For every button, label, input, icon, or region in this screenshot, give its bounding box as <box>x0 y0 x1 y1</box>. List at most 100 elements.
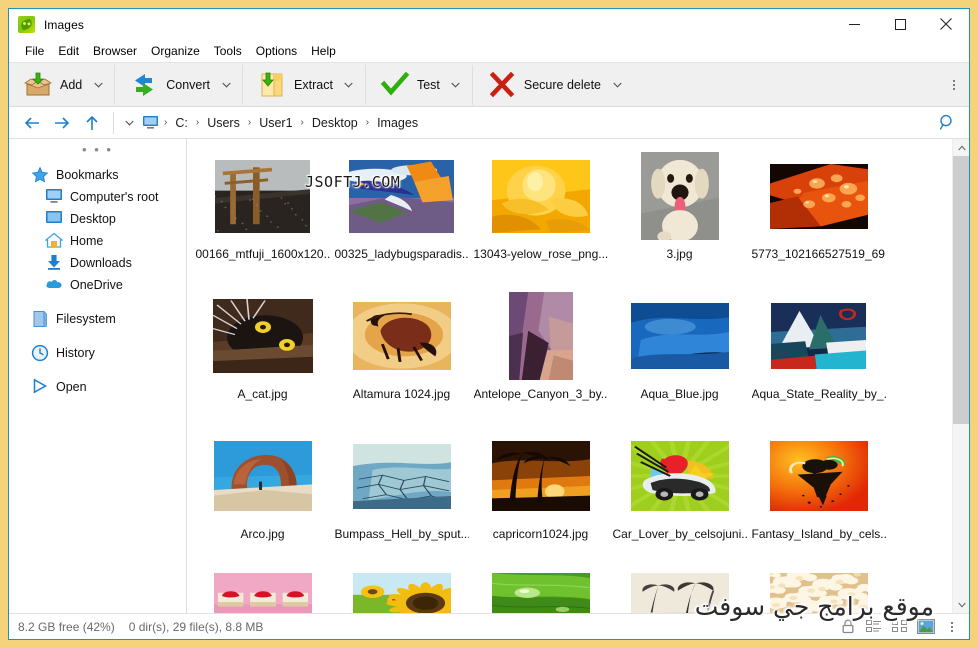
menu-edit[interactable]: Edit <box>51 42 86 61</box>
file-item-partial[interactable] <box>610 567 749 613</box>
minimize-button[interactable] <box>831 9 877 39</box>
add-button[interactable]: Add <box>15 67 88 103</box>
menu-options[interactable]: Options <box>249 42 304 61</box>
extract-folder-icon <box>257 70 287 100</box>
add-box-icon <box>23 70 53 100</box>
file-item[interactable]: Fantasy_Island_by_cels... <box>749 427 888 567</box>
secure-delete-dropdown-caret[interactable] <box>607 67 627 103</box>
test-dropdown-caret[interactable] <box>446 67 466 103</box>
sidebar-label: Open <box>56 380 87 394</box>
breadcrumb-desktop[interactable]: Desktop <box>307 113 363 133</box>
convert-dropdown-caret[interactable] <box>216 67 236 103</box>
history-chevron-down-icon[interactable] <box>118 108 140 138</box>
secure-delete-button[interactable]: Secure delete <box>479 67 607 103</box>
file-thumbnail <box>610 573 749 613</box>
file-pane[interactable]: 00166_mtfuji_1600x120... 00325_ladybugsp… <box>187 139 952 613</box>
file-item[interactable]: A_cat.jpg <box>193 287 332 427</box>
red-x-icon <box>487 70 517 100</box>
file-item[interactable]: 5773_102166527519_69... <box>749 147 888 287</box>
cloud-icon <box>45 276 63 294</box>
file-item[interactable]: Car_Lover_by_celsojuni... <box>610 427 749 567</box>
file-item-partial[interactable] <box>332 567 471 613</box>
file-item[interactable]: 00325_ladybugsparadis... <box>332 147 471 287</box>
back-arrow-icon[interactable] <box>17 108 47 138</box>
menu-bar: File Edit Browser Organize Tools Options… <box>9 40 969 62</box>
sidebar-item-home[interactable]: Home <box>9 230 186 252</box>
vertical-scrollbar[interactable] <box>952 139 969 613</box>
up-arrow-icon[interactable] <box>77 108 107 138</box>
details-view-icon[interactable] <box>861 615 887 639</box>
breadcrumb-c[interactable]: C: <box>170 113 193 133</box>
desktop-icon <box>45 210 63 228</box>
maximize-button[interactable] <box>877 9 923 39</box>
file-item-partial[interactable] <box>471 567 610 613</box>
close-button[interactable] <box>923 9 969 39</box>
sidebar-item-history[interactable]: History <box>9 342 186 364</box>
sidebar-item-computers-root[interactable]: Computer's root <box>9 186 186 208</box>
extract-dropdown-caret[interactable] <box>339 67 359 103</box>
add-dropdown-caret[interactable] <box>88 67 108 103</box>
sidebar-item-onedrive[interactable]: OneDrive <box>9 274 186 296</box>
computer-icon[interactable] <box>140 108 161 138</box>
toolbar-more-options-icon[interactable] <box>944 70 964 100</box>
file-item[interactable]: 3.jpg <box>610 147 749 287</box>
menu-browser[interactable]: Browser <box>86 42 144 61</box>
breadcrumb-users[interactable]: Users <box>202 113 245 133</box>
file-thumbnail <box>610 153 749 239</box>
file-item-partial[interactable] <box>749 567 888 613</box>
menu-tools[interactable]: Tools <box>207 42 249 61</box>
sidebar-item-desktop[interactable]: Desktop <box>9 208 186 230</box>
breadcrumb-images[interactable]: Images <box>372 113 423 133</box>
file-name-label: A_cat.jpg <box>237 387 287 402</box>
file-item[interactable]: 00166_mtfuji_1600x120... <box>193 147 332 287</box>
file-thumbnail <box>332 433 471 519</box>
sidebar-gap <box>9 364 186 376</box>
sidebar-overflow-dots[interactable]: • • • <box>9 144 186 160</box>
file-item[interactable]: capricorn1024.jpg <box>471 427 610 567</box>
file-item[interactable]: 13043-yelow_rose_png... <box>471 147 610 287</box>
sidebar-label: History <box>56 346 95 360</box>
breadcrumb-user1[interactable]: User1 <box>254 113 297 133</box>
sidebar-label: Computer's root <box>70 190 159 204</box>
sidebar-item-open[interactable]: Open <box>9 376 186 398</box>
lock-icon[interactable] <box>835 615 861 639</box>
sidebar-item-bookmarks[interactable]: Bookmarks <box>9 164 186 186</box>
thumbnail-view-icon[interactable] <box>913 615 939 639</box>
test-button[interactable]: Test <box>372 67 446 103</box>
file-item[interactable]: Arco.jpg <box>193 427 332 567</box>
file-name-label: Fantasy_Island_by_cels... <box>752 527 886 542</box>
convert-button[interactable]: Convert <box>121 67 216 103</box>
file-pane-container: 00166_mtfuji_1600x120... 00325_ladybugsp… <box>187 139 969 613</box>
file-item-partial[interactable] <box>193 567 332 613</box>
scrollbar-thumb[interactable] <box>953 156 969 424</box>
file-item[interactable]: Antelope_Canyon_3_by... <box>471 287 610 427</box>
sidebar-item-filesystem[interactable]: Filesystem <box>9 308 186 330</box>
file-item[interactable]: Aqua_State_Reality_by_... <box>749 287 888 427</box>
selection-summary-label: 0 dir(s), 29 file(s), 8.8 MB <box>129 620 264 634</box>
crumb-separator: › <box>161 117 170 128</box>
status-more-options-icon[interactable] <box>939 615 965 639</box>
file-name-label: 13043-yelow_rose_png... <box>474 247 608 262</box>
forward-arrow-icon[interactable] <box>47 108 77 138</box>
home-icon <box>45 232 63 250</box>
file-item[interactable]: Bumpass_Hell_by_sput... <box>332 427 471 567</box>
file-thumbnail <box>471 153 610 239</box>
sidebar-label: Desktop <box>70 212 116 226</box>
sidebar-item-downloads[interactable]: Downloads <box>9 252 186 274</box>
address-bar: › C: › Users › User1 › Desktop › Images <box>9 107 969 139</box>
file-item[interactable]: Altamura 1024.jpg <box>332 287 471 427</box>
menu-organize[interactable]: Organize <box>144 42 207 61</box>
scroll-up-icon[interactable] <box>953 139 969 156</box>
extract-button[interactable]: Extract <box>249 67 339 103</box>
list-view-icon[interactable] <box>887 615 913 639</box>
address-divider <box>113 112 114 134</box>
file-name-label: 5773_102166527519_69... <box>752 247 886 262</box>
search-icon[interactable] <box>933 107 961 138</box>
scroll-down-icon[interactable] <box>953 596 969 613</box>
file-item[interactable]: Aqua_Blue.jpg <box>610 287 749 427</box>
menu-file[interactable]: File <box>18 42 51 61</box>
menu-help[interactable]: Help <box>304 42 343 61</box>
window-title: Images <box>44 18 84 32</box>
file-name-label: Car_Lover_by_celsojuni... <box>613 527 747 542</box>
crumb-separator: › <box>298 117 307 128</box>
